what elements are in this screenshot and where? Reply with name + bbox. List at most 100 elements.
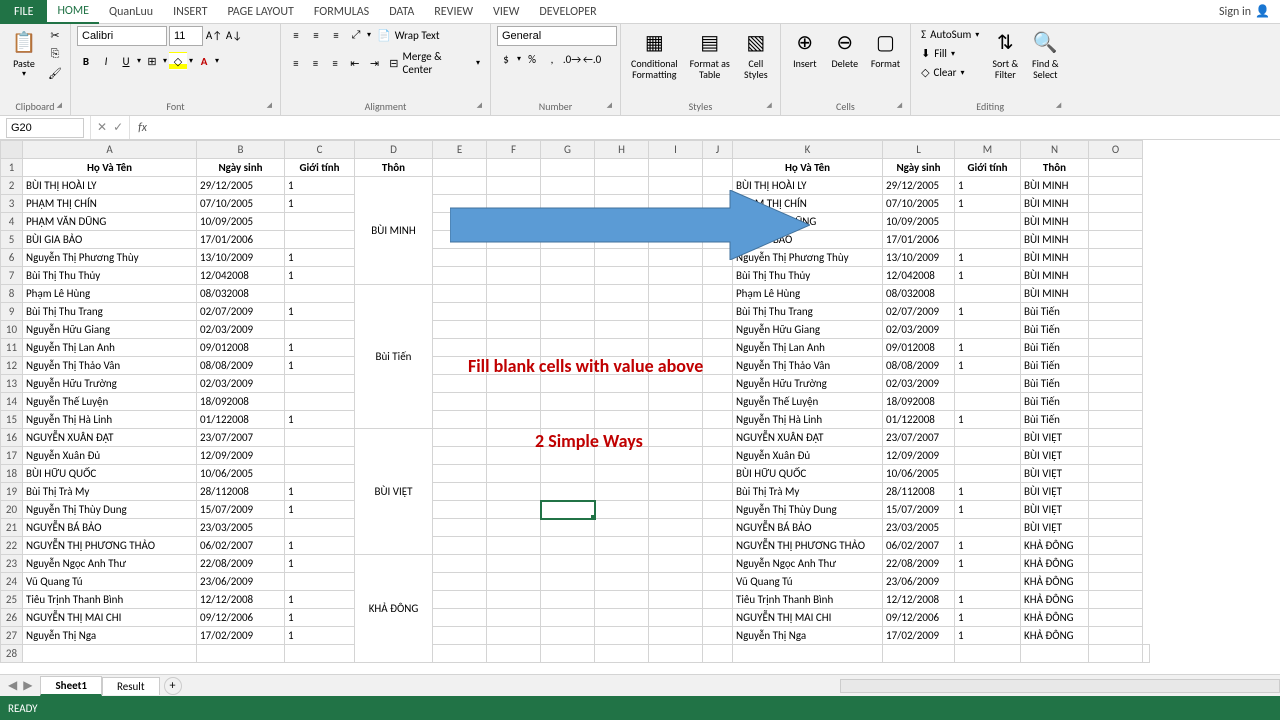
- cell-B22[interactable]: 06/02/2007: [197, 537, 285, 555]
- cell-G7[interactable]: [541, 267, 595, 285]
- cell-B10[interactable]: 02/03/2009: [197, 321, 285, 339]
- col-header-G[interactable]: G: [541, 141, 595, 159]
- cell-H27[interactable]: [595, 627, 649, 645]
- row-header-20[interactable]: 20: [1, 501, 23, 519]
- border-button[interactable]: ⊞: [143, 52, 161, 70]
- row-header-9[interactable]: 9: [1, 303, 23, 321]
- cell-M9[interactable]: 1: [955, 303, 1021, 321]
- tab-file[interactable]: FILE: [0, 0, 47, 24]
- cell-H10[interactable]: [595, 321, 649, 339]
- cell-O4[interactable]: [1089, 213, 1143, 231]
- cell-K14[interactable]: Nguyễn Thế Luyện: [733, 393, 883, 411]
- cell-J3[interactable]: [703, 195, 733, 213]
- name-box[interactable]: [6, 118, 84, 138]
- sheet-nav-next-icon[interactable]: ▶: [23, 678, 32, 693]
- tab-formulas[interactable]: FORMULAS: [304, 1, 379, 23]
- cell-H19[interactable]: [595, 483, 649, 501]
- cell-F2[interactable]: [487, 177, 541, 195]
- cell-J13[interactable]: [703, 375, 733, 393]
- cell-H6[interactable]: [595, 249, 649, 267]
- cell-L7[interactable]: 12/042008: [883, 267, 955, 285]
- cell-J26[interactable]: [703, 609, 733, 627]
- cell-A14[interactable]: Nguyễn Thế Luyện: [23, 393, 197, 411]
- cell-L9[interactable]: 02/07/2009: [883, 303, 955, 321]
- cell-F21[interactable]: [487, 519, 541, 537]
- col-header-C[interactable]: C: [285, 141, 355, 159]
- cell-K2[interactable]: BÙI THỊ HOÀI LY: [733, 177, 883, 195]
- cell-C18[interactable]: [285, 465, 355, 483]
- row-header-16[interactable]: 16: [1, 429, 23, 447]
- row-header-25[interactable]: 25: [1, 591, 23, 609]
- cell-A4[interactable]: PHẠM VĂN DŨNG: [23, 213, 197, 231]
- col-header-H[interactable]: H: [595, 141, 649, 159]
- cell-B5[interactable]: 17/01/2006: [197, 231, 285, 249]
- cell-O22[interactable]: [1089, 537, 1143, 555]
- col-header-E[interactable]: E: [433, 141, 487, 159]
- cell-B27[interactable]: 17/02/2009: [197, 627, 285, 645]
- cell-E20[interactable]: [433, 501, 487, 519]
- cell-I25[interactable]: [649, 591, 703, 609]
- cell-H8[interactable]: [595, 285, 649, 303]
- align-left-icon[interactable]: ≡: [287, 54, 305, 72]
- decrease-indent-icon[interactable]: ⇤: [346, 54, 364, 72]
- cell-C3[interactable]: 1: [285, 195, 355, 213]
- cell-O24[interactable]: [1089, 573, 1143, 591]
- cell-B18[interactable]: 10/06/2005: [197, 465, 285, 483]
- cell-O23[interactable]: [1089, 555, 1143, 573]
- worksheet-grid[interactable]: ABCDEFGHIJKLMNO1Họ Và TênNgày sinhGiới t…: [0, 140, 1280, 696]
- cell-K3[interactable]: PHẠM THỊ CHÍN: [733, 195, 883, 213]
- cell-O18[interactable]: [1089, 465, 1143, 483]
- cell-A1[interactable]: Họ Và Tên: [23, 159, 197, 177]
- cell-E19[interactable]: [433, 483, 487, 501]
- cell-J22[interactable]: [703, 537, 733, 555]
- align-right-icon[interactable]: ≡: [326, 54, 344, 72]
- cell-B2[interactable]: 29/12/2005: [197, 177, 285, 195]
- cell-F10[interactable]: [487, 321, 541, 339]
- cell-F7[interactable]: [487, 267, 541, 285]
- cell-O26[interactable]: [1089, 609, 1143, 627]
- cell-I28[interactable]: [703, 645, 733, 663]
- tab-page-layout[interactable]: PAGE LAYOUT: [217, 1, 303, 23]
- cell-A16[interactable]: NGUYỄN XUÂN ĐẠT: [23, 429, 197, 447]
- format-cells-button[interactable]: ▢Format: [867, 26, 904, 71]
- cell-M20[interactable]: 1: [955, 501, 1021, 519]
- row-header-14[interactable]: 14: [1, 393, 23, 411]
- cell-I7[interactable]: [649, 267, 703, 285]
- cell-C25[interactable]: 1: [285, 591, 355, 609]
- cell-M25[interactable]: 1: [955, 591, 1021, 609]
- cell-N7[interactable]: BÙI MINH: [1021, 267, 1089, 285]
- cell-C12[interactable]: 1: [285, 357, 355, 375]
- cell-K20[interactable]: Nguyễn Thị Thùy Dung: [733, 501, 883, 519]
- cell-O27[interactable]: [1089, 627, 1143, 645]
- row-header-8[interactable]: 8: [1, 285, 23, 303]
- cell-O9[interactable]: [1089, 303, 1143, 321]
- cell-J14[interactable]: [703, 393, 733, 411]
- cell-K9[interactable]: Bùi Thị Thu Trang: [733, 303, 883, 321]
- cell-M16[interactable]: [955, 429, 1021, 447]
- tab-data[interactable]: DATA: [379, 1, 424, 23]
- row-header-6[interactable]: 6: [1, 249, 23, 267]
- cell-L16[interactable]: 23/07/2007: [883, 429, 955, 447]
- row-header-27[interactable]: 27: [1, 627, 23, 645]
- cell-C10[interactable]: [285, 321, 355, 339]
- cell-J12[interactable]: [703, 357, 733, 375]
- col-header-N[interactable]: N: [1021, 141, 1089, 159]
- cell-O15[interactable]: [1089, 411, 1143, 429]
- cell-G18[interactable]: [541, 465, 595, 483]
- cell-K25[interactable]: Tiêu Trịnh Thanh Bình: [733, 591, 883, 609]
- cell-C27[interactable]: 1: [285, 627, 355, 645]
- cell-I8[interactable]: [649, 285, 703, 303]
- cell-B8[interactable]: 08/032008: [197, 285, 285, 303]
- cell-K10[interactable]: Nguyễn Hữu Giang: [733, 321, 883, 339]
- cell-L25[interactable]: 12/12/2008: [883, 591, 955, 609]
- cell-G22[interactable]: [541, 537, 595, 555]
- cell-L15[interactable]: 01/122008: [883, 411, 955, 429]
- cell-C21[interactable]: [285, 519, 355, 537]
- cell-A27[interactable]: Nguyễn Thị Nga: [23, 627, 197, 645]
- cell-A21[interactable]: NGUYỄN BÁ BẢO: [23, 519, 197, 537]
- cell-L12[interactable]: 08/08/2009: [883, 357, 955, 375]
- formula-input[interactable]: [155, 118, 1280, 138]
- cell-C9[interactable]: 1: [285, 303, 355, 321]
- cell-N13[interactable]: Bùi Tiến: [1021, 375, 1089, 393]
- cell-J27[interactable]: [703, 627, 733, 645]
